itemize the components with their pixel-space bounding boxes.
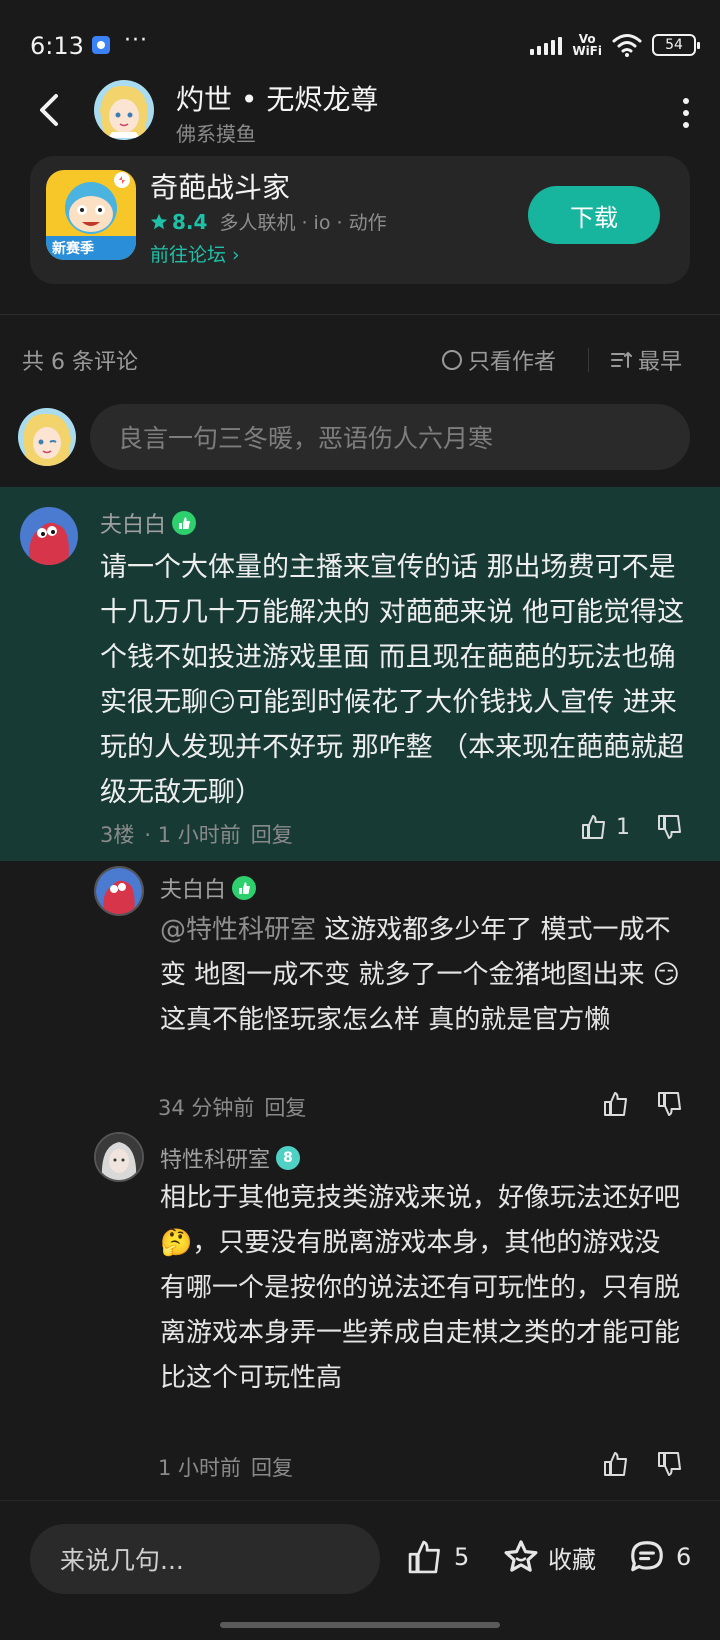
post-title: 灼世 • 无烬龙尊 [176, 83, 379, 116]
game-meta: 8.4 多人联机 · io · 动作 [150, 208, 387, 235]
reply-username[interactable]: 夫白白 [160, 872, 257, 904]
thumbs-up-icon [582, 815, 605, 839]
reply-meta: 34 分钟前 回复 [158, 1092, 306, 1122]
status-time: 6:13 [30, 32, 84, 60]
reply-time: 34 分钟前 [158, 1096, 255, 1120]
vowifi-icon: Vo WiFi [572, 32, 602, 58]
reply-time: 1 小时前 [158, 1456, 242, 1480]
section-divider [0, 314, 720, 315]
level-badge-icon [232, 876, 257, 900]
comments-button[interactable]: 6 [628, 1538, 691, 1576]
star-outline-icon [504, 1540, 538, 1572]
reply-text: 相比于其他竞技类游戏来说，好像玩法还好吧🤔，只要没有脱离游戏本身，其他的游戏没有… [160, 1183, 681, 1393]
game-tags: 多人联机 · io · 动作 [219, 212, 387, 234]
reply-link[interactable]: 回复 [251, 1452, 293, 1482]
comment-like-button[interactable]: 1 [580, 813, 630, 841]
mention-link[interactable]: @特性科研室 [160, 915, 316, 945]
top-header: 灼世 • 无烬龙尊 佛系摸鱼 [0, 76, 720, 146]
game-score: 8.4 [150, 210, 207, 234]
commenter-name[interactable]: 夫白白 [100, 507, 197, 539]
sort-icon [611, 351, 632, 368]
status-bar: 6:13 ··· Vo WiFi 54 [0, 0, 720, 80]
comment-compose-input[interactable]: 良言一句三冬暖，恶语伤人六月寒 [90, 404, 690, 470]
download-button[interactable]: 下载 [528, 186, 660, 244]
favorite-button[interactable]: 收藏 [502, 1538, 596, 1576]
highlighted-comment: 夫白白 请一个大体量的主播来宣传的话 那出场费可不是十几万几十万能解决的 对葩葩… [0, 487, 720, 861]
thumbs-down-icon[interactable] [656, 813, 684, 841]
bottom-action-bar: 来说几句... 5 收藏 6 [0, 1510, 720, 1610]
comments-count: 6 [676, 1543, 692, 1571]
reply-meta: 1 小时前 回复 [158, 1452, 293, 1482]
comment-time: · 1 小时前 [144, 823, 241, 847]
comment-like-count: 1 [616, 814, 630, 840]
post-subtitle: 佛系摸鱼 [176, 122, 256, 146]
commenter-avatar[interactable] [20, 507, 78, 565]
reply-link[interactable]: 回复 [251, 819, 293, 849]
reply-avatar[interactable] [94, 1132, 144, 1182]
sort-button[interactable]: 最早 [610, 344, 682, 376]
game-icon[interactable]: 新赛季 [46, 170, 136, 260]
game-card[interactable]: 新赛季 奇葩战斗家 8.4 多人联机 · io · 动作 前往论坛 › 下载 [30, 156, 690, 284]
game-name: 奇葩战斗家 [150, 171, 291, 204]
thumbs-down-icon[interactable] [656, 1450, 684, 1478]
comment-count: 共 6 条评论 [22, 350, 138, 375]
status-icons: Vo WiFi 54 [530, 30, 700, 60]
more-options-icon[interactable] [680, 98, 692, 128]
radio-circle-icon [442, 350, 462, 370]
comment-text: 请一个大体量的主播来宣传的话 那出场费可不是十几万几十万能解决的 对葩葩来说 他… [100, 552, 685, 808]
my-avatar[interactable] [18, 408, 76, 466]
author-avatar[interactable] [94, 80, 154, 140]
game-icon-badge: 新赛季 [52, 241, 94, 257]
post-like-button[interactable]: 5 [406, 1538, 469, 1576]
controls-separator [588, 348, 589, 372]
thumbs-down-icon[interactable] [656, 1090, 684, 1118]
star-icon [150, 213, 168, 229]
signal-icon [530, 35, 563, 55]
home-indicator[interactable] [220, 1622, 500, 1628]
notification-app-icon [92, 36, 110, 54]
reply-link[interactable]: 回复 [264, 1092, 306, 1122]
floor-number: 3楼 [100, 823, 135, 847]
comment-meta: 3楼 · 1 小时前 回复 [100, 819, 293, 849]
post-like-count: 5 [454, 1543, 470, 1571]
bottom-comment-input[interactable]: 来说几句... [30, 1524, 380, 1594]
battery-level: 54 [665, 37, 683, 53]
level-badge-icon [172, 511, 197, 535]
forum-link[interactable]: 前往论坛 › [150, 240, 240, 267]
thumbs-up-icon[interactable] [602, 1090, 630, 1118]
wifi-icon [612, 34, 642, 57]
comment-detail-screen: 6:13 ··· Vo WiFi 54 灼世 • 无烬龙尊 佛系摸鱼 新赛季 奇… [0, 0, 720, 1640]
reply-text: @特性科研室 这游戏都多少年了 模式一成不变 地图一成不变 就多了一个金猪地图出… [160, 915, 680, 1035]
battery-icon: 54 [652, 34, 700, 56]
comment-bubble-icon [631, 1541, 663, 1572]
thumbs-up-icon [408, 1540, 440, 1574]
bottom-divider [0, 1500, 720, 1501]
reply-avatar[interactable] [94, 866, 144, 916]
author-only-toggle[interactable]: 只看作者 [442, 344, 556, 376]
thumbs-up-icon[interactable] [602, 1450, 630, 1478]
back-arrow-icon[interactable] [34, 92, 64, 128]
reply-username[interactable]: 特性科研室 8 [160, 1142, 301, 1174]
level-badge-icon: 8 [276, 1146, 301, 1170]
more-notifications-icon: ··· [124, 28, 148, 53]
